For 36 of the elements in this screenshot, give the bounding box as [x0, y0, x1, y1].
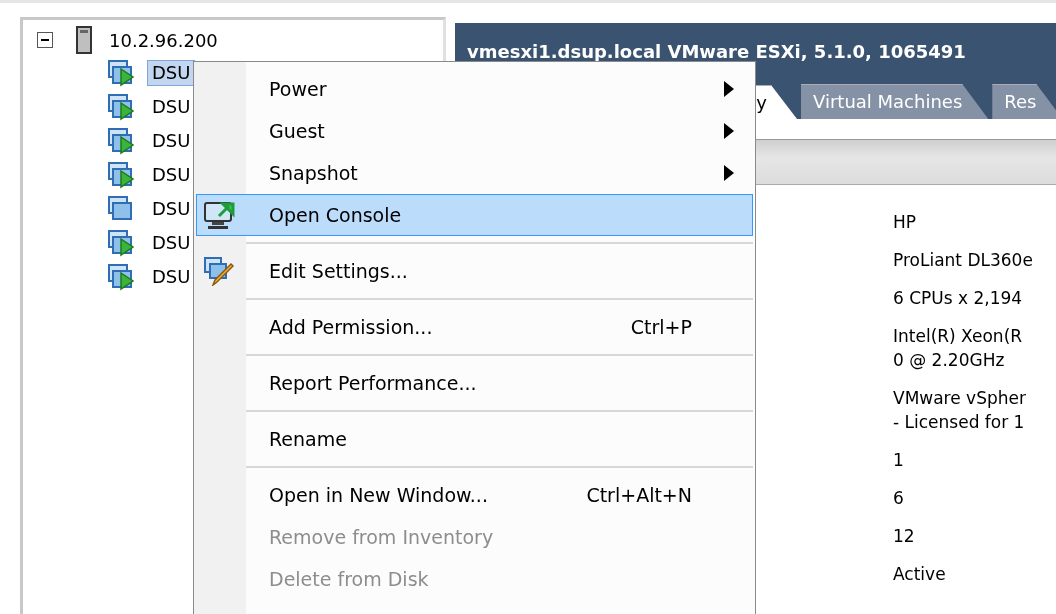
detail-value: ProLiant DL360e: [893, 249, 1034, 272]
detail-value: 6 CPUs x 2,194: [893, 287, 1024, 310]
detail-value: HP: [893, 211, 918, 234]
shortcut-label: Ctrl+Alt+N: [586, 484, 692, 506]
detail-value: VMware vSpher - Licensed for 1: [893, 387, 1027, 434]
monitor-icon: [203, 200, 237, 230]
host-title: vmesxi1.dsup.local VMware ESXi, 5.1.0, 1065491: [467, 41, 967, 62]
detail-value: 1: [893, 449, 905, 472]
vm-pencil-icon: [203, 256, 237, 286]
detail-value: Intel(R) Xeon(R 0 @ 2.20GHz: [893, 325, 1024, 372]
collapse-icon[interactable]: [37, 32, 53, 48]
detail-value: Active: [893, 563, 947, 586]
menu-item[interactable]: Snapshot: [196, 152, 753, 194]
menu-item[interactable]: Report Performance...: [196, 362, 753, 404]
vm-label[interactable]: DSU: [147, 162, 196, 188]
menu-item[interactable]: Edit Settings...: [196, 250, 753, 292]
vm-label[interactable]: DSU: [147, 196, 196, 222]
menu-item[interactable]: Guest: [196, 110, 753, 152]
shortcut-label: Ctrl+P: [630, 316, 692, 338]
submenu-arrow-icon: [724, 165, 734, 181]
vm-label[interactable]: DSU: [147, 94, 196, 120]
host-label[interactable]: 10.2.96.200: [109, 29, 218, 51]
menu-item[interactable]: Open Console: [196, 194, 753, 236]
server-icon: [75, 26, 93, 54]
submenu-arrow-icon: [724, 123, 734, 139]
menu-item[interactable]: Rename: [196, 418, 753, 460]
vm-label[interactable]: DSU: [147, 230, 196, 256]
submenu-arrow-icon: [724, 81, 734, 97]
menu-item[interactable]: Power: [196, 68, 753, 110]
detail-value: 6: [893, 487, 905, 510]
detail-value: 12: [893, 525, 916, 548]
menu-item[interactable]: Add Permission... Ctrl+P: [196, 306, 753, 348]
vm-label[interactable]: DSU: [147, 128, 196, 154]
vm-label[interactable]: DSU: [147, 264, 196, 290]
menu-item[interactable]: Open in New Window... Ctrl+Alt+N: [196, 474, 753, 516]
vm-label[interactable]: DSU: [147, 60, 196, 86]
